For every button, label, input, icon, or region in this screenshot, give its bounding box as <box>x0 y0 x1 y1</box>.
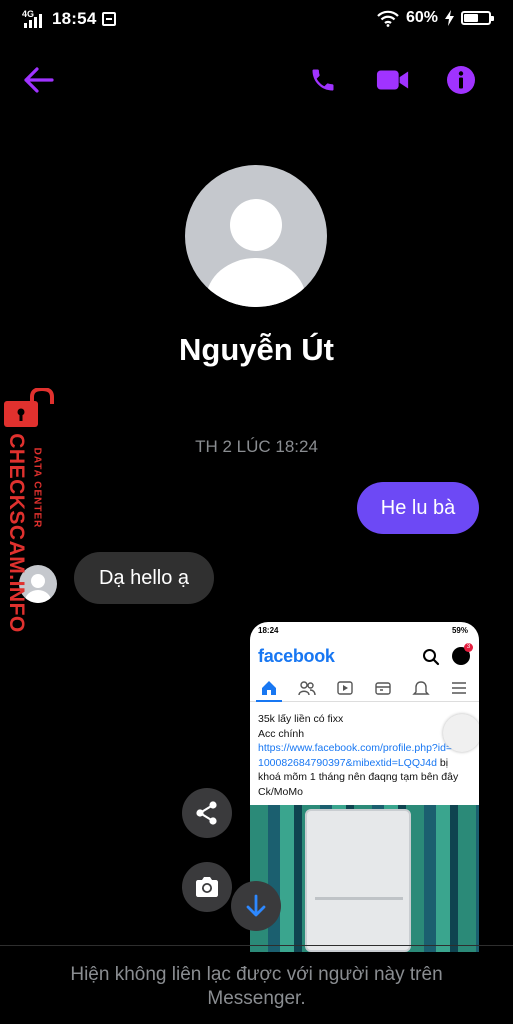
unavailable-footer: Hiện không liên lạc được với người này t… <box>0 945 513 1024</box>
messenger-icon: 3 <box>452 643 473 665</box>
search-icon <box>423 649 440 666</box>
active-tab-indicator <box>256 700 282 702</box>
back-button[interactable] <box>22 63 56 97</box>
post-link: https://www.facebook.com/profile.php?id= <box>258 742 453 754</box>
post-link-cont: 100082684790397&mibextid=LQQJ4d <box>258 756 437 769</box>
notification-icon <box>102 12 117 26</box>
home-icon <box>262 681 276 695</box>
image-status-time: 18:24 <box>258 626 279 635</box>
incoming-message[interactable]: Dạ hello ạ <box>74 552 214 604</box>
notification-badge: 3 <box>464 643 473 652</box>
facebook-logo: facebook <box>258 646 335 666</box>
info-icon <box>447 66 475 94</box>
marketplace-icon <box>375 682 391 695</box>
video-call-button[interactable] <box>376 63 410 97</box>
phone-icon <box>312 69 334 91</box>
image-status-battery: 59% <box>451 626 468 635</box>
status-time: 18:54 <box>52 9 97 28</box>
chat-header <box>0 55 513 105</box>
video-icon <box>337 681 353 695</box>
menu-icon <box>452 682 466 694</box>
camera-icon <box>196 877 218 897</box>
unavailable-notice: Hiện không liên lạc được với người này t… <box>70 964 443 1009</box>
watermark-main-text-box: CHECKSCAM.INFO <box>4 433 28 633</box>
arrow-left-icon <box>24 67 54 93</box>
photo-object <box>305 809 411 952</box>
battery-percentage: 60% <box>405 9 438 26</box>
outgoing-message[interactable]: He lu bà <box>357 482 479 534</box>
post-line: khoá mõm 1 tháng nên đaqng tạm bên đây <box>258 771 459 783</box>
share-icon <box>196 801 217 825</box>
post-line: 35k lấy liền có fixx <box>258 713 344 725</box>
voice-call-button[interactable] <box>306 63 340 97</box>
wifi-icon <box>377 10 399 27</box>
post-photo <box>250 805 479 952</box>
bell-icon <box>412 681 430 695</box>
chat-head-bubble <box>443 714 479 752</box>
lock-icon <box>4 388 54 427</box>
watermark-sub-text-box: DATA CENTER <box>30 438 44 538</box>
camera-button[interactable] <box>182 862 232 912</box>
image-nav-bar <box>250 674 479 702</box>
friends-icon <box>298 681 316 696</box>
shared-image[interactable]: 18:24 59% facebook 3 35k lấy liền có fix… <box>250 622 479 952</box>
contact-name: Nguyễn Út <box>179 332 334 367</box>
watermark-main-text: CHECKSCAM.INFO <box>5 433 28 633</box>
battery-icon <box>461 11 494 25</box>
arrow-down-icon <box>246 894 266 917</box>
watermark: CHECKSCAM.INFO DATA CENTER <box>0 388 62 638</box>
share-button[interactable] <box>182 788 232 838</box>
cellular-signal-icon: 4G <box>22 9 46 29</box>
info-button[interactable] <box>444 63 478 97</box>
post-line: Acc chính <box>258 727 305 740</box>
status-bar: 4G 18:54 60% <box>0 0 513 40</box>
post-line: Ck/MoMo <box>258 785 303 798</box>
message-timestamp: TH 2 LÚC 18:24 <box>195 437 318 456</box>
video-camera-icon <box>376 70 409 90</box>
watermark-sub-text: DATA CENTER <box>31 447 43 529</box>
post-line: bị <box>436 756 449 769</box>
default-user-icon <box>206 199 306 307</box>
scroll-to-bottom-button[interactable] <box>231 881 281 931</box>
post-text: 35k lấy liền có fixx Acc chính https://w… <box>258 712 473 799</box>
profile-avatar[interactable] <box>185 165 327 307</box>
charging-icon <box>445 10 454 26</box>
image-status-bar: 18:24 59% <box>258 626 472 638</box>
